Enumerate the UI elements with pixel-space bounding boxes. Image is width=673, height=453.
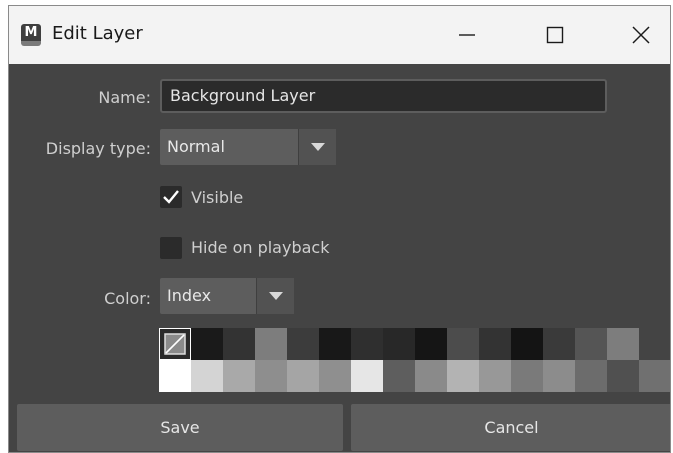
cancel-button[interactable]: Cancel — [351, 404, 670, 451]
chevron-down-icon — [269, 292, 283, 300]
dialog-content: Name: Background Layer Display type: Nor… — [9, 64, 670, 452]
no-color-swatch-icon — [164, 333, 186, 355]
save-button[interactable]: Save — [17, 404, 343, 451]
palette-swatch[interactable] — [351, 360, 383, 392]
maximize-icon — [546, 26, 564, 44]
palette-swatch[interactable] — [479, 328, 511, 360]
display-type-value: Normal — [167, 137, 225, 156]
minimize-button[interactable] — [443, 6, 491, 64]
maximize-button[interactable] — [531, 6, 579, 64]
edit-layer-dialog: M Edit Layer Name: Background Layer Disp… — [8, 5, 671, 453]
palette-swatch[interactable] — [415, 360, 447, 392]
checkmark-icon — [163, 190, 179, 204]
palette-swatch[interactable] — [607, 360, 639, 392]
title-bar[interactable]: M Edit Layer — [9, 6, 670, 64]
palette-swatch[interactable] — [575, 360, 607, 392]
palette-selected-swatch[interactable] — [159, 328, 191, 360]
palette-swatch[interactable] — [191, 360, 223, 392]
palette-swatch[interactable] — [543, 360, 575, 392]
palette-swatch[interactable] — [447, 328, 479, 360]
palette-swatch[interactable] — [639, 360, 670, 392]
hide-on-playback-checkbox[interactable] — [160, 237, 182, 259]
palette-swatch[interactable] — [575, 328, 607, 360]
palette-swatch[interactable] — [159, 360, 191, 392]
name-input[interactable]: Background Layer — [160, 79, 607, 113]
palette-swatch[interactable] — [543, 328, 575, 360]
close-icon — [632, 26, 650, 44]
palette-swatch[interactable] — [415, 328, 447, 360]
palette-swatch[interactable] — [351, 328, 383, 360]
palette-swatch[interactable] — [447, 360, 479, 392]
window-title: Edit Layer — [52, 23, 143, 44]
color-mode-arrow[interactable] — [256, 278, 294, 314]
palette-swatch[interactable] — [511, 360, 543, 392]
display-type-arrow[interactable] — [298, 129, 336, 165]
name-label: Name: — [98, 88, 151, 107]
color-mode-value: Index — [167, 286, 212, 305]
palette-swatch[interactable] — [255, 328, 287, 360]
palette-swatch[interactable] — [287, 328, 319, 360]
palette-swatch[interactable] — [223, 328, 255, 360]
palette-swatch[interactable] — [383, 360, 415, 392]
palette-swatch[interactable] — [383, 328, 415, 360]
palette-swatch[interactable] — [287, 360, 319, 392]
hide-on-playback-label: Hide on playback — [191, 238, 330, 257]
minimize-icon — [459, 34, 475, 36]
palette-swatch[interactable] — [639, 328, 670, 360]
palette-swatch[interactable] — [319, 328, 351, 360]
chevron-down-icon — [311, 143, 325, 151]
display-type-dropdown[interactable]: Normal — [160, 129, 336, 165]
display-type-label: Display type: — [45, 139, 151, 158]
palette-swatch[interactable] — [319, 360, 351, 392]
maya-app-icon: M — [21, 24, 41, 46]
color-label: Color: — [104, 289, 151, 308]
visible-label: Visible — [191, 188, 244, 207]
close-button[interactable] — [617, 6, 665, 64]
palette-swatch[interactable] — [223, 360, 255, 392]
color-mode-dropdown[interactable]: Index — [160, 278, 294, 314]
palette-swatch[interactable] — [511, 328, 543, 360]
visible-checkbox[interactable] — [160, 186, 182, 208]
palette-swatch[interactable] — [255, 360, 287, 392]
palette-swatch[interactable] — [607, 328, 639, 360]
palette-swatch[interactable] — [191, 328, 223, 360]
palette-swatch[interactable] — [479, 360, 511, 392]
